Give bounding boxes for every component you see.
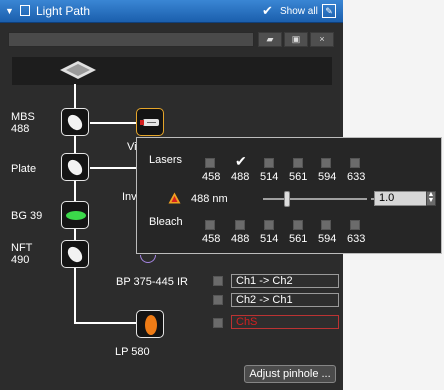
close-icon[interactable]: × bbox=[310, 32, 334, 47]
green-filter-icon bbox=[66, 211, 86, 220]
bleach-checkbox-633[interactable] bbox=[350, 220, 360, 230]
bleach-wavelength-label: 594 bbox=[318, 233, 337, 245]
bleach-wavelength-label: 633 bbox=[347, 233, 366, 245]
plate-mirror[interactable] bbox=[61, 153, 89, 181]
bleach-label: Bleach bbox=[149, 216, 183, 228]
nft-490-mirror[interactable] bbox=[61, 240, 89, 268]
channel-checkbox-1[interactable] bbox=[213, 276, 223, 286]
bp-filter-icon[interactable] bbox=[140, 255, 156, 263]
mbs-488-mirror[interactable] bbox=[61, 108, 89, 136]
laser-checkbox-561[interactable] bbox=[293, 158, 303, 168]
laser-checkbox-458[interactable] bbox=[205, 158, 215, 168]
adjust-pinhole-button[interactable]: Adjust pinhole ... bbox=[244, 365, 336, 383]
optic-label-plate: Plate bbox=[11, 163, 37, 175]
bleach-wavelength-label: 458 bbox=[202, 233, 221, 245]
laser-power-track[interactable] bbox=[263, 198, 367, 200]
mirror-icon bbox=[64, 244, 86, 265]
lasers-label: Lasers bbox=[149, 154, 183, 166]
laser-checkbox-488[interactable]: ✔ bbox=[235, 154, 247, 168]
beam-branch-line bbox=[74, 322, 136, 324]
channel-checkbox-2[interactable] bbox=[213, 295, 223, 305]
channel-field-ch1-ch2[interactable]: Ch1 -> Ch2 bbox=[231, 274, 339, 288]
config-name-input[interactable] bbox=[8, 32, 254, 47]
mirror-icon bbox=[64, 157, 86, 178]
show-all-label[interactable]: Show all bbox=[280, 6, 318, 17]
panel-title: Light Path bbox=[36, 4, 91, 18]
inv-label-partial: Inv bbox=[122, 191, 137, 203]
bg39-filter[interactable] bbox=[61, 201, 89, 229]
optic-label-nft: NFT 490 bbox=[11, 242, 33, 266]
laser-wavelength-label: 594 bbox=[318, 171, 337, 183]
bleach-checkbox-561[interactable] bbox=[293, 220, 303, 230]
collapse-caret-icon[interactable]: ▼ bbox=[5, 6, 14, 16]
laser-power-input[interactable]: 1.0 bbox=[374, 191, 430, 206]
emission-filter-label-lp: LP 580 bbox=[115, 346, 150, 358]
laser-wavelength-label: 514 bbox=[260, 171, 279, 183]
optic-label-bg39: BG 39 bbox=[11, 210, 43, 222]
edit-icon[interactable]: ✎ bbox=[322, 4, 336, 18]
open-icon[interactable]: ▰ bbox=[258, 32, 282, 47]
laser-checkbox-514[interactable] bbox=[264, 158, 274, 168]
beam-branch-line bbox=[90, 122, 136, 124]
lp580-filter[interactable] bbox=[136, 310, 164, 338]
show-all-check-icon[interactable]: ✔ bbox=[262, 3, 273, 19]
channel-checkbox-3[interactable] bbox=[213, 318, 223, 328]
laser-power-thumb[interactable] bbox=[284, 191, 290, 207]
save-icon[interactable]: ▣ bbox=[284, 32, 308, 47]
laser-checkbox-633[interactable] bbox=[350, 158, 360, 168]
laser-settings-popup: Lasers ✔ 458 488 514 561 594 633 488 nm … bbox=[136, 137, 442, 254]
laser-wavelength-label: 561 bbox=[289, 171, 308, 183]
panel-titlebar: ▼ Light Path ✔ Show all ✎ bbox=[0, 0, 343, 23]
light-path-icon bbox=[20, 5, 30, 16]
warning-icon bbox=[168, 192, 181, 204]
selected-laser-line-label: 488 nm bbox=[191, 193, 228, 205]
laser-icon bbox=[140, 119, 159, 126]
lamp-icon bbox=[60, 61, 96, 79]
beam-branch-line bbox=[90, 167, 136, 169]
emission-filter-label-bp: BP 375-445 IR bbox=[116, 276, 188, 288]
bleach-checkbox-458[interactable] bbox=[205, 220, 215, 230]
laser-wavelength-label: 458 bbox=[202, 171, 221, 183]
bleach-checkbox-488[interactable] bbox=[235, 220, 245, 230]
orange-filter-icon bbox=[145, 315, 157, 335]
laser-power-spinner[interactable]: ▲ ▼ bbox=[426, 191, 436, 206]
channel-field-ch2-ch1[interactable]: Ch2 -> Ch1 bbox=[231, 293, 339, 307]
optic-label-mbs: MBS 488 bbox=[11, 111, 35, 135]
laser-checkbox-594[interactable] bbox=[321, 158, 331, 168]
laser-source-button[interactable] bbox=[136, 108, 164, 136]
bleach-wavelength-label: 514 bbox=[260, 233, 279, 245]
bleach-wavelength-label: 561 bbox=[289, 233, 308, 245]
laser-wavelength-label: 488 bbox=[231, 171, 250, 183]
laser-wavelength-label: 633 bbox=[347, 171, 366, 183]
bleach-wavelength-label: 488 bbox=[231, 233, 250, 245]
mirror-icon bbox=[64, 112, 86, 133]
channel-field-chs[interactable]: ChS bbox=[231, 315, 339, 329]
bleach-checkbox-594[interactable] bbox=[321, 220, 331, 230]
bleach-checkbox-514[interactable] bbox=[264, 220, 274, 230]
